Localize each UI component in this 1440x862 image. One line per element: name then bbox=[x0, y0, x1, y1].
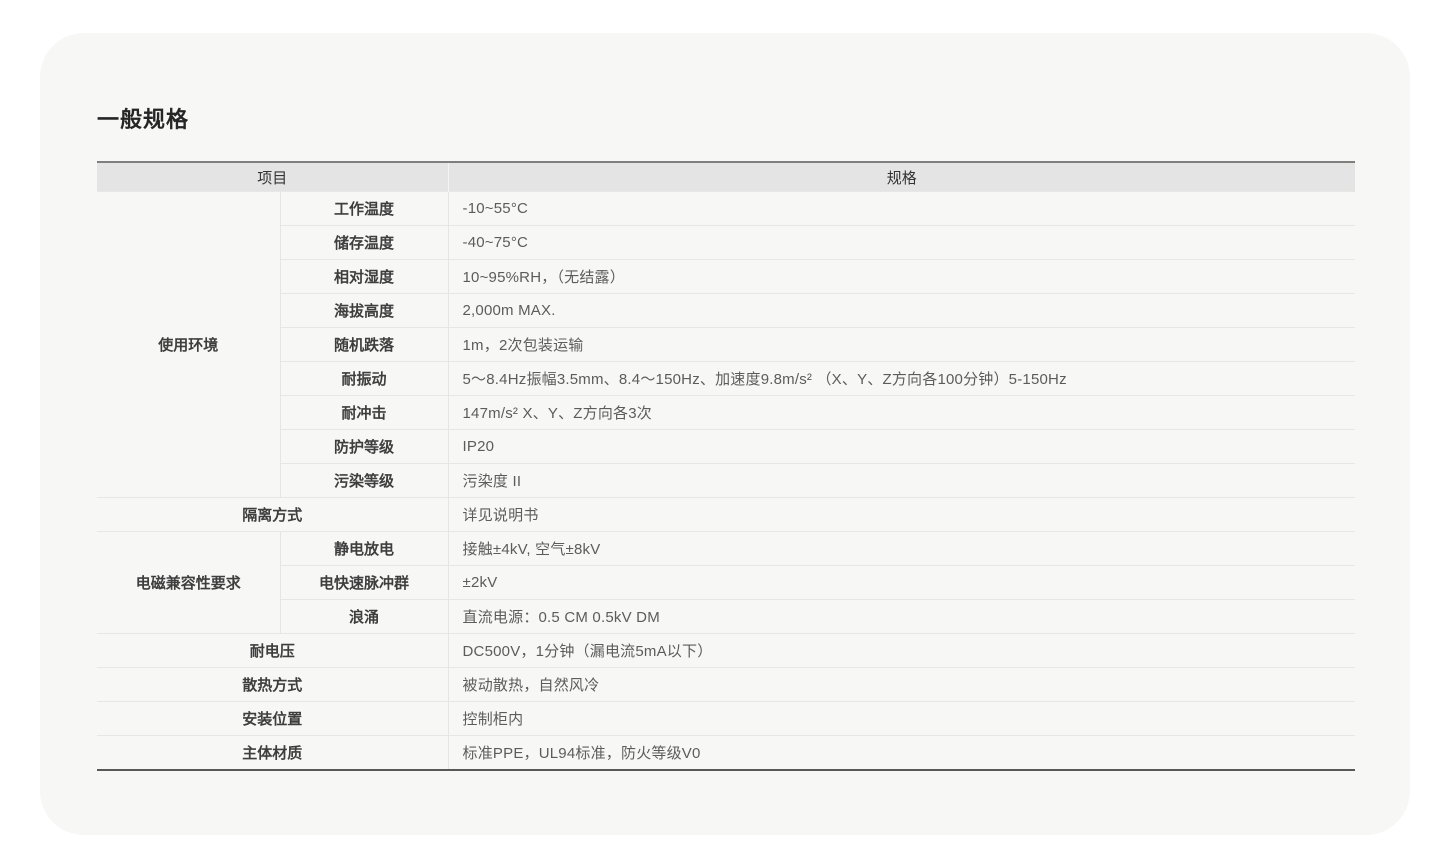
table-row: 储存温度 -40~75°C bbox=[97, 226, 1355, 260]
row-value-withstand-voltage: DC500V，1分钟（漏电流5mA以下） bbox=[448, 634, 1355, 668]
column-header-item: 项目 bbox=[97, 162, 448, 192]
table-row: 散热方式 被动散热，自然风冷 bbox=[97, 668, 1355, 702]
row-value-installation-location: 控制柜内 bbox=[448, 702, 1355, 736]
row-value-surge: 直流电源：0.5 CM 0.5kV DM bbox=[448, 600, 1355, 634]
row-label-cooling-method: 散热方式 bbox=[97, 668, 448, 702]
row-label-surge: 浪涌 bbox=[280, 600, 448, 634]
row-label-fast-transient-burst: 电快速脉冲群 bbox=[280, 566, 448, 600]
row-value-operating-temperature: -10~55°C bbox=[448, 192, 1355, 226]
table-row: 随机跌落 1m，2次包装运输 bbox=[97, 328, 1355, 362]
row-value-shock-resistance: 147m/s² X、Y、Z方向各3次 bbox=[448, 396, 1355, 430]
table-row: 主体材质 标准PPE，UL94标准，防火等级V0 bbox=[97, 736, 1355, 771]
table-row: 耐电压 DC500V，1分钟（漏电流5mA以下） bbox=[97, 634, 1355, 668]
table-row: 污染等级 污染度 II bbox=[97, 464, 1355, 498]
table-row: 电磁兼容性要求 静电放电 接触±4kV, 空气±8kV bbox=[97, 532, 1355, 566]
table-row: 相对湿度 10~95%RH，（无结露） bbox=[97, 260, 1355, 294]
spec-table: 项目 规格 使用环境 工作温度 -10~55°C 储存温度 -40~75°C 相… bbox=[97, 161, 1355, 771]
row-label-storage-temperature: 储存温度 bbox=[280, 226, 448, 260]
row-value-fast-transient-burst: ±2kV bbox=[448, 566, 1355, 600]
row-label-relative-humidity: 相对湿度 bbox=[280, 260, 448, 294]
table-row: 使用环境 工作温度 -10~55°C bbox=[97, 192, 1355, 226]
row-value-protection-rating: IP20 bbox=[448, 430, 1355, 464]
table-row: 海拔高度 2,000m MAX. bbox=[97, 294, 1355, 328]
row-label-shock-resistance: 耐冲击 bbox=[280, 396, 448, 430]
row-value-relative-humidity: 10~95%RH，（无结露） bbox=[448, 260, 1355, 294]
row-value-body-material: 标准PPE，UL94标准，防火等级V0 bbox=[448, 736, 1355, 771]
row-label-electrostatic-discharge: 静电放电 bbox=[280, 532, 448, 566]
content-area: 一般规格 项目 规格 使用环境 工作温度 -10~55°C 储存温度 bbox=[40, 33, 1410, 771]
page-title: 一般规格 bbox=[97, 105, 1410, 134]
table-header-row: 项目 规格 bbox=[97, 162, 1355, 192]
row-label-installation-location: 安装位置 bbox=[97, 702, 448, 736]
table-row: 防护等级 IP20 bbox=[97, 430, 1355, 464]
row-label-body-material: 主体材质 bbox=[97, 736, 448, 771]
row-label-withstand-voltage: 耐电压 bbox=[97, 634, 448, 668]
content-card: 一般规格 项目 规格 使用环境 工作温度 -10~55°C 储存温度 bbox=[40, 33, 1410, 835]
row-value-storage-temperature: -40~75°C bbox=[448, 226, 1355, 260]
row-label-protection-rating: 防护等级 bbox=[280, 430, 448, 464]
table-row: 浪涌 直流电源：0.5 CM 0.5kV DM bbox=[97, 600, 1355, 634]
row-value-isolation-method: 详见说明书 bbox=[448, 498, 1355, 532]
table-row: 安装位置 控制柜内 bbox=[97, 702, 1355, 736]
row-label-pollution-degree: 污染等级 bbox=[280, 464, 448, 498]
row-value-random-drop: 1m，2次包装运输 bbox=[448, 328, 1355, 362]
row-value-vibration-resistance: 5～8.4Hz振幅3.5mm、8.4～150Hz、加速度9.8m/s² （X、Y… bbox=[448, 362, 1355, 396]
table-row: 耐冲击 147m/s² X、Y、Z方向各3次 bbox=[97, 396, 1355, 430]
row-value-altitude: 2,000m MAX. bbox=[448, 294, 1355, 328]
row-label-operating-temperature: 工作温度 bbox=[280, 192, 448, 226]
column-header-spec: 规格 bbox=[448, 162, 1355, 192]
group-label-emc-requirements: 电磁兼容性要求 bbox=[97, 532, 280, 634]
row-label-isolation-method: 隔离方式 bbox=[97, 498, 448, 532]
table-row: 电快速脉冲群 ±2kV bbox=[97, 566, 1355, 600]
group-label-operating-environment: 使用环境 bbox=[97, 192, 280, 498]
row-label-vibration-resistance: 耐振动 bbox=[280, 362, 448, 396]
row-label-altitude: 海拔高度 bbox=[280, 294, 448, 328]
row-label-random-drop: 随机跌落 bbox=[280, 328, 448, 362]
row-value-cooling-method: 被动散热，自然风冷 bbox=[448, 668, 1355, 702]
table-row: 耐振动 5～8.4Hz振幅3.5mm、8.4～150Hz、加速度9.8m/s² … bbox=[97, 362, 1355, 396]
row-value-pollution-degree: 污染度 II bbox=[448, 464, 1355, 498]
row-value-electrostatic-discharge: 接触±4kV, 空气±8kV bbox=[448, 532, 1355, 566]
table-row: 隔离方式 详见说明书 bbox=[97, 498, 1355, 532]
